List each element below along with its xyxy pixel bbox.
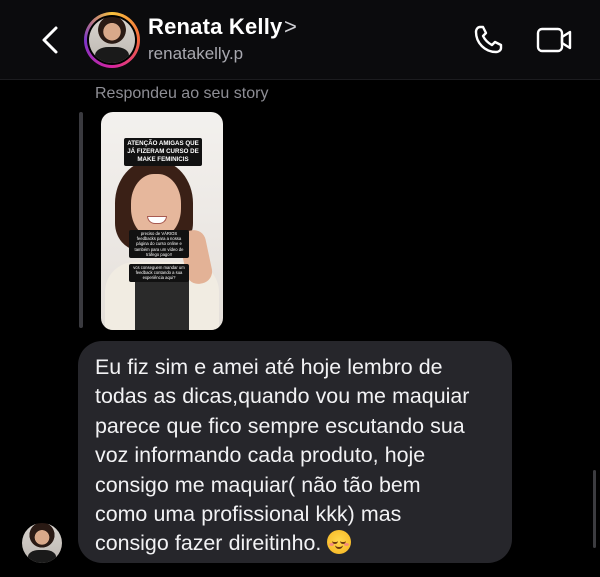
story-banner-text: ATENÇÃO AMIGAS QUE JÁ FIZERAM CURSO DE M… [124,138,202,166]
story-preview[interactable]: ATENÇÃO AMIGAS QUE JÁ FIZERAM CURSO DE M… [101,112,223,330]
message-bubble[interactable]: Eu fiz sim e amei até hoje lembro de tod… [78,341,512,563]
contact-handle: renatakelly.p [148,44,244,63]
video-camera-icon [536,27,572,53]
phone-icon [474,25,503,54]
contact-name[interactable]: Renata Kelly [148,14,282,40]
back-button[interactable] [36,22,68,58]
message-line: como uma profissional kkk) mas [95,502,402,527]
reply-context-label: Respondeu ao seu story [95,85,269,102]
message-line: consigo fazer direitinho. [95,531,322,556]
story-note-2: vcs conseguem mandar um feedback contand… [129,264,189,282]
contact-avatar[interactable] [84,12,140,68]
message-line: parece que fico sempre escutando sua [95,413,465,438]
sender-avatar[interactable] [22,523,62,563]
avatar-photo [89,17,135,63]
chat-header: Renata Kelly > renatakelly.p [0,0,600,80]
chevron-right-icon[interactable]: > [284,14,297,40]
video-call-button[interactable] [534,22,574,58]
scrollbar[interactable] [593,470,596,548]
story-note-1: preciso de VÁRIOS feedbacks para a nossa… [129,230,189,259]
message-line: Eu fiz sim e amei até hoje lembro de [95,355,443,379]
message-line: consigo me maquiar( não tão bem [95,472,421,497]
smiling-face-icon [327,530,352,555]
chevron-left-icon [42,26,58,54]
message-last-line: consigo fazer direitinho. [95,529,496,558]
avatar-border [87,15,137,65]
message-line: todas as dicas,quando vou me maquiar [95,384,470,409]
call-button[interactable] [470,22,506,58]
reply-indicator-bar [79,112,83,328]
message-line: voz informando cada produto, hoje [95,443,426,468]
story-photo-face [131,174,181,238]
